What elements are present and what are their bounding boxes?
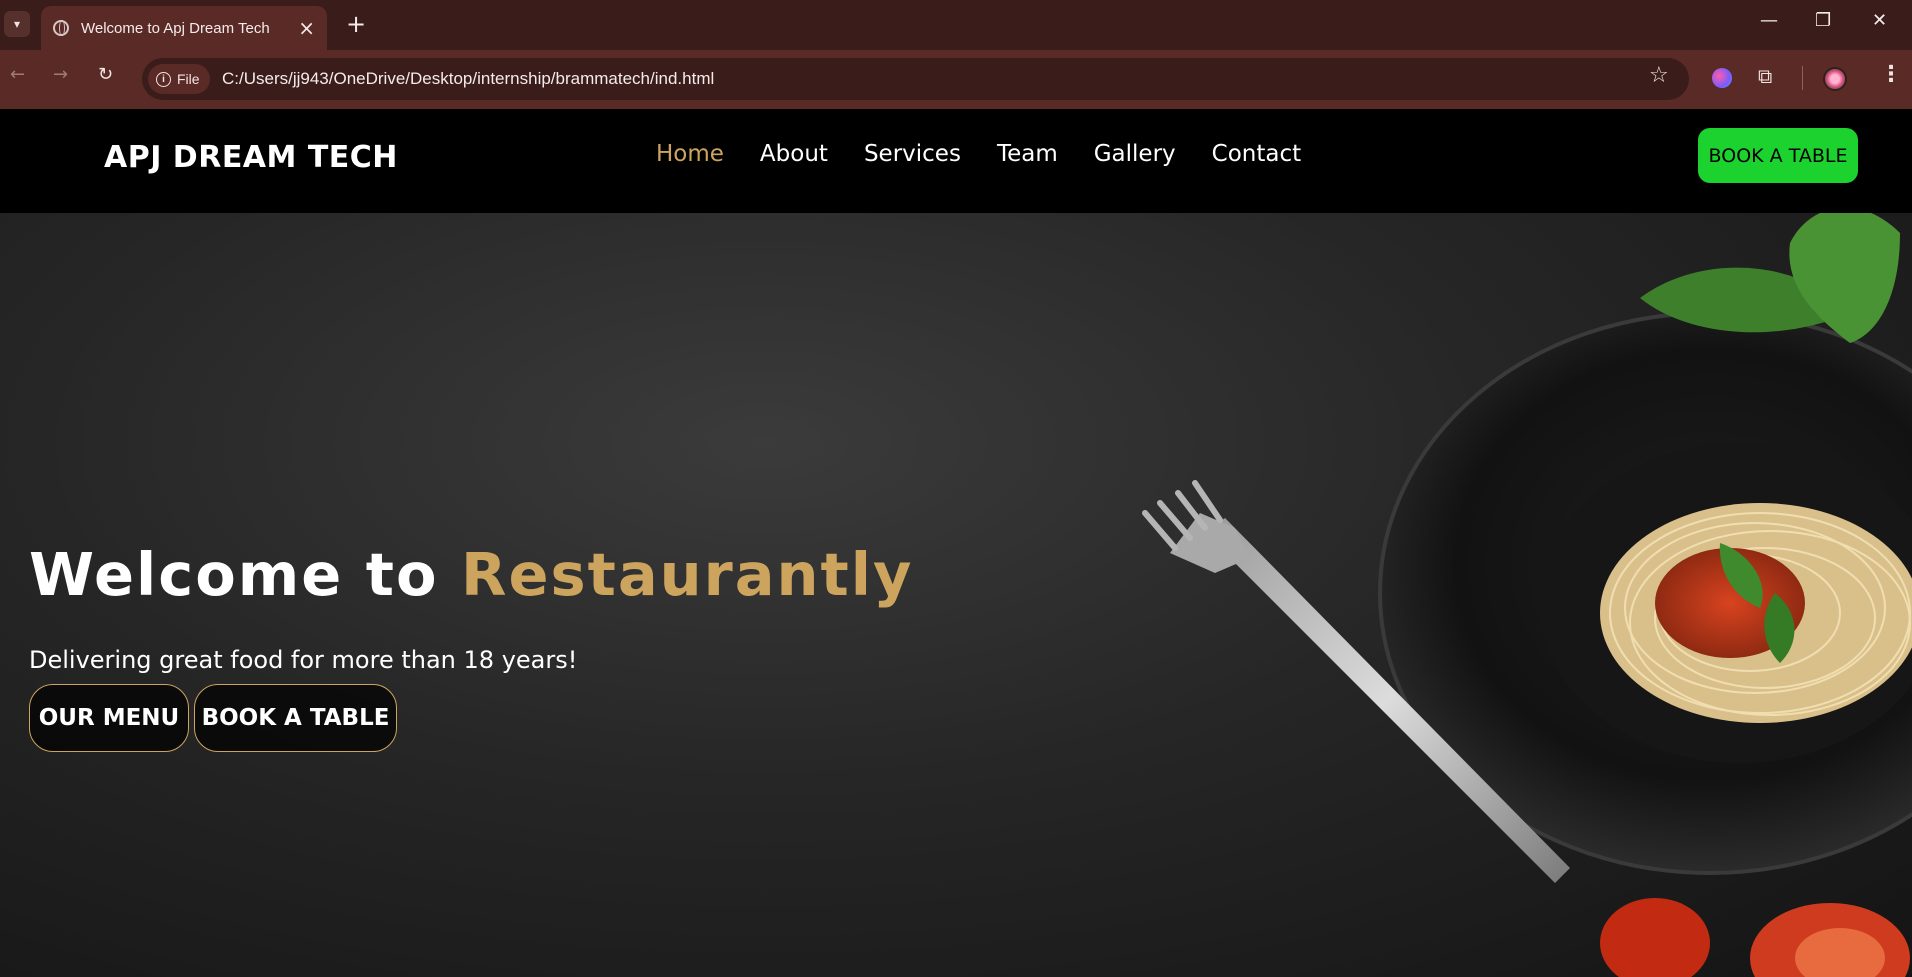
site-logo[interactable]: APJ DREAM TECH xyxy=(104,140,398,175)
main-nav: Home About Services Team Gallery Contact xyxy=(656,141,1301,167)
nav-team[interactable]: Team xyxy=(997,141,1058,167)
extension-brain-icon[interactable] xyxy=(1712,68,1732,88)
back-arrow-icon[interactable]: ← xyxy=(10,66,25,84)
tab-title: Welcome to Apj Dream Tech xyxy=(81,19,270,37)
restore-icon[interactable]: ❐ xyxy=(1815,12,1831,30)
window-close-icon[interactable]: ✕ xyxy=(1872,12,1887,30)
hero-subtitle: Delivering great food for more than 18 y… xyxy=(29,646,578,674)
extensions-puzzle-icon[interactable]: ⧉ xyxy=(1758,66,1772,86)
nav-services[interactable]: Services xyxy=(864,141,961,167)
globe-icon xyxy=(53,20,69,36)
url-text[interactable]: C:/Users/jj943/OneDrive/Desktop/internsh… xyxy=(222,69,714,89)
minimize-icon[interactable]: — xyxy=(1760,12,1778,30)
hero-book-table-button[interactable]: BOOK A TABLE xyxy=(194,684,397,752)
hero-title-prefix: Welcome to xyxy=(29,540,462,609)
tab-search-chevron-icon[interactable]: ▾ xyxy=(4,11,30,37)
forward-arrow-icon[interactable]: → xyxy=(53,66,68,84)
url-scheme-label: File xyxy=(177,71,200,87)
info-icon: i xyxy=(156,71,171,87)
nav-about[interactable]: About xyxy=(760,141,828,167)
hero-title-accent: Restaurantly xyxy=(461,540,914,609)
nav-home[interactable]: Home xyxy=(656,141,724,167)
nav-contact[interactable]: Contact xyxy=(1212,141,1301,167)
our-menu-button[interactable]: OUR MENU xyxy=(29,684,189,752)
site-info-chip[interactable]: i File xyxy=(148,64,210,94)
profile-avatar[interactable] xyxy=(1823,67,1847,91)
bookmark-star-icon[interactable]: ☆ xyxy=(1649,65,1669,87)
browser-menu-icon[interactable]: ⋮ xyxy=(1880,64,1902,86)
browser-tab[interactable]: Welcome to Apj Dream Tech × xyxy=(41,6,327,50)
nav-gallery[interactable]: Gallery xyxy=(1094,141,1176,167)
reload-icon[interactable]: ↻ xyxy=(98,66,113,84)
header-book-table-button[interactable]: BOOK A TABLE xyxy=(1698,128,1858,183)
close-tab-icon[interactable]: × xyxy=(298,18,315,38)
new-tab-plus-icon[interactable]: + xyxy=(346,12,366,36)
toolbar-divider xyxy=(1802,66,1803,90)
hero-section: Welcome to Restaurantly Delivering great… xyxy=(0,213,1912,977)
hero-title: Welcome to Restaurantly xyxy=(29,540,913,609)
